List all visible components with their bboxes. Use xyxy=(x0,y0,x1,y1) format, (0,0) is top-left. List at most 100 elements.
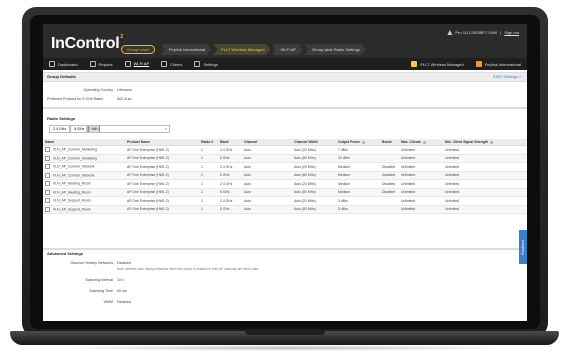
cell-boost xyxy=(380,196,399,206)
cell-boost xyxy=(380,154,399,163)
dashboard-icon xyxy=(49,61,55,67)
group-defaults-title: Group Defaults xyxy=(47,74,76,79)
cell-product: AP One Enterprise (HW1.2) xyxy=(125,162,199,172)
tab-settings[interactable]: Settings xyxy=(188,58,223,70)
scan-time-value[interactable]: 60 ms xyxy=(117,289,127,293)
cell-power: Medium xyxy=(336,162,380,172)
table-row[interactable]: VLN_AP_Corridor_Marketing AP One Enterpri… xyxy=(43,145,527,155)
account-id: Pro 1112-5E3BP7-0490 xyxy=(455,30,498,35)
group-level-button[interactable]: Group Level xyxy=(121,45,155,54)
cell-radio: 2 xyxy=(199,205,218,214)
cell-min-signal-text: Unlimited xyxy=(445,147,460,152)
cell-power-text: 7 dBm xyxy=(338,147,348,152)
row-checkbox[interactable] xyxy=(45,172,50,178)
protocol-value[interactable]: 802.11ac xyxy=(117,97,132,101)
nearby-value[interactable]: Disabled xyxy=(117,261,131,265)
cell-boost-text: Disabled xyxy=(382,190,396,195)
cell-channel-text: Auto xyxy=(244,198,251,203)
row-checkbox[interactable] xyxy=(45,147,50,153)
row-checkbox[interactable] xyxy=(45,164,50,170)
cell-band: 2.4 GHz xyxy=(218,162,242,172)
nearby-label: Discover Nearby Networks xyxy=(70,261,113,265)
cell-width-text: Auto (80 MHz) xyxy=(294,156,316,161)
search-input[interactable]: Search ▾ xyxy=(86,125,170,133)
ssid-settings-link[interactable]: SSID Settings » xyxy=(493,74,521,79)
cell-product: AP One Enterprise (HW1.2) xyxy=(125,179,199,189)
cell-min-signal: Unlimited xyxy=(443,162,527,172)
cell-radio: 2 xyxy=(199,171,218,180)
row-checkbox[interactable] xyxy=(45,155,50,161)
feedback-tab[interactable]: Feedback xyxy=(519,230,527,264)
cell-power-text: 5 dBm xyxy=(338,207,348,212)
cell-max-clients: Unlimited xyxy=(399,145,443,155)
cell-name: VLN_AP_Corridor_Network xyxy=(43,162,125,172)
logo-text: InControl xyxy=(51,35,120,52)
tab-label: Reports xyxy=(98,61,113,67)
cell-width-text: Auto (80 MHz) xyxy=(294,207,316,212)
org-menu[interactable]: Peplink International xyxy=(470,58,527,70)
cell-power-text: 10 dBm xyxy=(338,156,350,161)
cell-band-text: 2.4 GHz xyxy=(220,198,233,203)
cell-boost xyxy=(380,145,399,155)
cell-name-text: VLN_AP_Support_Room xyxy=(53,198,91,203)
row-checkbox[interactable] xyxy=(45,181,50,187)
row-checkbox[interactable] xyxy=(45,198,50,204)
breadcrumb-group[interactable]: PLLT Wireless Managed xyxy=(213,44,271,55)
table-row[interactable]: VLN_AP_Meeting_Room AP One Enterprise (HW… xyxy=(43,188,527,197)
country-value[interactable]: Lithuania xyxy=(117,88,132,92)
cell-radio: 1 xyxy=(199,196,218,206)
table-row[interactable]: VLN_AP_Support_Room AP One Enterprise (HW… xyxy=(43,196,527,206)
row-checkbox[interactable] xyxy=(45,206,50,212)
radio-table: Name Product Name Radio # Band Channel C… xyxy=(43,139,527,214)
tab-wifi-ap[interactable]: Wi-Fi AP xyxy=(118,58,156,71)
tab-clients[interactable]: Clients xyxy=(155,58,188,70)
group-menu[interactable]: PLLT Wireless Managed xyxy=(405,58,469,70)
wmm-label: WMM xyxy=(103,300,113,304)
cell-width-text: Auto (80 MHz) xyxy=(294,173,316,178)
cell-channel: Auto xyxy=(242,154,292,163)
grid-icon xyxy=(411,61,418,67)
tab-reports[interactable]: Reports xyxy=(84,58,119,70)
cell-power-text: Medium xyxy=(338,181,351,186)
country-label: Operating Country xyxy=(83,88,113,92)
scan-interval-value[interactable]: 10 s xyxy=(117,278,124,282)
cell-radio-text: 2 xyxy=(201,207,203,212)
breadcrumb-radio-settings[interactable]: Group-wide Radio Settings xyxy=(304,44,366,55)
cell-channel: Auto xyxy=(242,196,292,206)
cell-min-signal: Unlimited xyxy=(443,145,527,155)
cell-channel-text: Auto xyxy=(244,164,251,169)
filter-24ghz[interactable]: 2.4 GHz xyxy=(49,125,71,133)
breadcrumb-wifi-ap[interactable]: Wi-Fi AP xyxy=(272,44,303,55)
breadcrumb-org[interactable]: Peplink International xyxy=(160,44,212,55)
cell-band: 5 GHz xyxy=(218,188,242,197)
cell-width-text: Auto (20 MHz) xyxy=(294,147,316,152)
table-row[interactable]: VLN_AP_Corridor_Marketing AP One Enterpri… xyxy=(43,154,527,163)
table-row[interactable]: VLN_AP_Meeting_Room AP One Enterprise (HW… xyxy=(43,179,527,189)
cell-band-text: 2.4 GHz xyxy=(220,164,233,169)
app-logo[interactable]: InControl2 xyxy=(51,34,123,53)
wmm-value[interactable]: Disabled xyxy=(117,300,131,304)
cell-band: 5 GHz xyxy=(218,205,242,214)
cell-boost-text: Disabled xyxy=(382,173,396,178)
table-row[interactable]: VLN_AP_Corridor_Network AP One Enterprise… xyxy=(43,171,527,180)
protocol-label: Preferred Protocol for 5 GHz Radio xyxy=(47,97,103,101)
cell-radio-text: 1 xyxy=(201,198,203,203)
tab-label: Settings xyxy=(203,61,218,67)
cell-name-text: VLN_AP_Corridor_Network xyxy=(53,173,95,178)
cell-channel-text: Auto xyxy=(244,147,251,152)
table-row[interactable]: VLN_AP_Support_Room AP One Enterprise (HW… xyxy=(43,205,527,214)
cell-min-signal-text: Unlimited xyxy=(445,207,460,212)
row-checkbox[interactable] xyxy=(45,189,50,195)
info-icon xyxy=(362,140,366,144)
table-row[interactable]: VLN_AP_Corridor_Network AP One Enterprise… xyxy=(43,162,527,172)
cell-min-signal-text: Unlimited xyxy=(445,164,460,169)
advanced-settings-title: Advanced Settings xyxy=(47,251,84,256)
tab-dashboard[interactable]: Dashboard xyxy=(43,58,84,70)
divider xyxy=(43,107,527,109)
cell-product: AP One Enterprise (HW1.2) xyxy=(125,154,199,163)
sign-out-link[interactable]: Sign out xyxy=(504,30,519,35)
org-menu-label: Peplink International xyxy=(484,61,521,67)
cell-boost xyxy=(380,205,399,214)
radio-settings-title: Radio Settings xyxy=(47,116,76,121)
cell-band: 2.4 GHz xyxy=(218,196,242,206)
